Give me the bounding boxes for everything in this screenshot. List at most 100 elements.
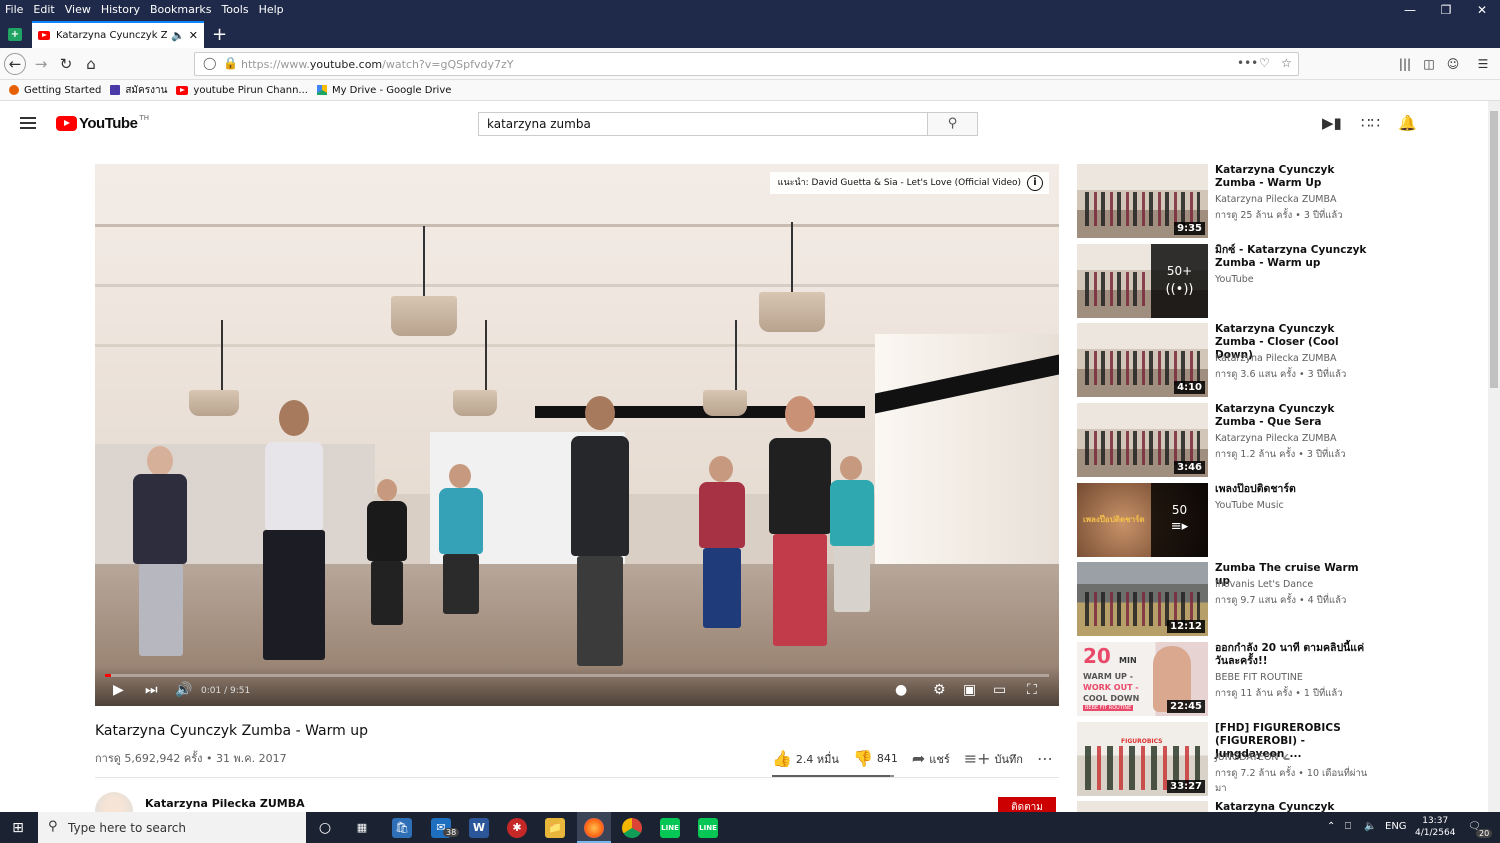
home-button[interactable]: ⌂ bbox=[80, 53, 102, 75]
info-icon[interactable]: i bbox=[1027, 175, 1043, 191]
channel-name[interactable]: Katarzyna Pilecka ZUMBA bbox=[145, 797, 305, 810]
recommendation-item[interactable]: 12:12 Zumba The cruise Warm up Ihovanis … bbox=[1077, 562, 1377, 636]
taskbar-search-input[interactable]: ⚲ Type here to search bbox=[38, 812, 306, 843]
video-thumbnail[interactable] bbox=[1077, 801, 1208, 812]
play-icon[interactable]: ▶ bbox=[113, 682, 124, 698]
like-button[interactable]: 👍 2.4 หมื่น bbox=[772, 749, 839, 768]
chrome-icon[interactable] bbox=[622, 818, 642, 838]
windows-start-icon[interactable]: ⊞ bbox=[8, 818, 28, 838]
bookmark-star-icon[interactable]: ☆ bbox=[1281, 56, 1292, 70]
recommendation-item[interactable]: 4:10 Katarzyna Cyunczyk Zumba - Closer (… bbox=[1077, 323, 1377, 397]
more-actions-button[interactable]: ⋯ bbox=[1037, 749, 1057, 768]
video-thumbnail[interactable]: 9:35 bbox=[1077, 164, 1208, 238]
tray-chevron-icon[interactable]: ⌃ bbox=[1327, 821, 1335, 832]
menu-tools[interactable]: Tools bbox=[216, 3, 253, 16]
lock-icon[interactable]: 🔒 bbox=[223, 56, 238, 70]
search-input[interactable]: katarzyna zumba bbox=[478, 112, 928, 136]
cortana-icon[interactable]: ○ bbox=[315, 818, 335, 838]
tab-youtube[interactable]: Katarzyna Cyunczyk Zumba - Warm up - You… bbox=[32, 21, 204, 48]
line-icon[interactable]: LINE bbox=[660, 818, 680, 838]
close-tab-icon[interactable]: ✕ bbox=[189, 29, 198, 42]
network-icon[interactable]: ⎕ bbox=[1345, 821, 1351, 832]
volume-tray-icon[interactable]: 🔈 bbox=[1364, 821, 1376, 832]
video-thumbnail[interactable]: 3:46 bbox=[1077, 403, 1208, 477]
theater-mode-icon[interactable]: ▭ bbox=[993, 682, 1006, 698]
url-bar[interactable]: ◯ 🔒 https://www.youtube.com/watch?v=gQSp… bbox=[194, 52, 1299, 76]
firefox-icon[interactable] bbox=[584, 818, 604, 838]
dislike-button[interactable]: 👎 841 bbox=[853, 749, 898, 768]
maximize-button[interactable]: ❐ bbox=[1428, 0, 1464, 18]
bookmark-getting-started[interactable]: Getting Started bbox=[9, 85, 101, 96]
line-icon[interactable]: LINE bbox=[698, 818, 718, 838]
fullscreen-icon[interactable]: ⛶ bbox=[1027, 682, 1037, 698]
minimize-button[interactable]: — bbox=[1392, 0, 1428, 18]
video-thumbnail[interactable]: 20 MIN WARM UP - WORK OUT - COOL DOWN BE… bbox=[1077, 642, 1208, 716]
scrollbar-thumb[interactable] bbox=[1490, 111, 1498, 388]
recommendation-item[interactable]: 50+ ((•)) มิกซ์ - Katarzyna Cyunczyk Zum… bbox=[1077, 244, 1377, 318]
menu-help[interactable]: Help bbox=[254, 3, 289, 16]
recommendation-item[interactable]: FIGUROBICS 33:27 [FHD] FIGUREROBICS (FIG… bbox=[1077, 722, 1377, 796]
autoplay-toggle-icon[interactable]: ● bbox=[895, 682, 907, 698]
bookmark-google-drive[interactable]: My Drive - Google Drive bbox=[316, 85, 451, 96]
back-button[interactable]: ← bbox=[4, 53, 26, 75]
next-icon[interactable]: ⏭ bbox=[145, 682, 158, 698]
menu-bookmarks[interactable]: Bookmarks bbox=[145, 3, 216, 16]
sidebar-icon[interactable]: ◫ bbox=[1418, 53, 1440, 75]
recommendation-item[interactable]: เพลงป๊อปติดชาร์ต 50 ≡▸ เพลงป๊อปติดชาร์ต … bbox=[1077, 483, 1377, 557]
page-actions-icon[interactable]: ••• bbox=[1237, 56, 1258, 70]
miniplayer-icon[interactable]: ▣ bbox=[963, 682, 976, 698]
save-button[interactable]: ≡+ บันทึก bbox=[964, 749, 1023, 768]
account-icon[interactable]: ☺ bbox=[1442, 53, 1464, 75]
menu-edit[interactable]: Edit bbox=[28, 3, 59, 16]
video-thumbnail[interactable]: เพลงป๊อปติดชาร์ต 50 ≡▸ bbox=[1077, 483, 1208, 557]
recommendation-item[interactable]: Katarzyna Cyunczyk Zumba - bbox=[1077, 801, 1377, 812]
settings-gear-icon[interactable]: ⚙ bbox=[933, 682, 946, 698]
url-text[interactable]: https://www.youtube.com/watch?v=gQSpfvdy… bbox=[241, 58, 513, 71]
page-scrollbar[interactable] bbox=[1488, 101, 1500, 812]
create-video-icon[interactable]: ▶▮ bbox=[1322, 114, 1342, 132]
app-icon[interactable]: ✱ bbox=[507, 818, 527, 838]
video-thumbnail[interactable]: 50+ ((•)) bbox=[1077, 244, 1208, 318]
progress-bar[interactable] bbox=[105, 674, 1049, 677]
youtube-logo[interactable]: YouTube TH bbox=[56, 114, 149, 132]
video-thumbnail[interactable]: 4:10 bbox=[1077, 323, 1208, 397]
language-indicator[interactable]: ENG bbox=[1385, 821, 1407, 832]
search-button[interactable]: ⚲ bbox=[927, 112, 978, 136]
pinned-tab-sheets[interactable]: + bbox=[4, 23, 26, 45]
recommendation-title[interactable]: ออกกำลัง 20 นาที ตามคลิปนี้แค่วันละครั้ง… bbox=[1215, 642, 1377, 668]
menu-history[interactable]: History bbox=[96, 3, 145, 16]
notifications-bell-icon[interactable]: 🔔 bbox=[1398, 114, 1417, 132]
word-icon[interactable]: W bbox=[469, 818, 489, 838]
suggested-video-card[interactable]: แนะนำ: David Guetta & Sia - Let's Love (… bbox=[769, 172, 1049, 194]
guide-menu-icon[interactable] bbox=[20, 117, 36, 129]
new-tab-button[interactable]: + bbox=[212, 24, 227, 45]
recommendation-item[interactable]: 20 MIN WARM UP - WORK OUT - COOL DOWN BE… bbox=[1077, 642, 1377, 716]
recommendation-title[interactable]: มิกซ์ - Katarzyna Cyunczyk Zumba - Warm … bbox=[1215, 244, 1377, 270]
recommendation-item[interactable]: 3:46 Katarzyna Cyunczyk Zumba - Que Sera… bbox=[1077, 403, 1377, 477]
bookmark-jobs[interactable]: สมัครงาน bbox=[110, 83, 167, 98]
recommendation-title[interactable]: Katarzyna Cyunczyk Zumba - Warm Up bbox=[1215, 164, 1377, 190]
video-thumbnail[interactable]: 12:12 bbox=[1077, 562, 1208, 636]
volume-icon[interactable]: 🔊 bbox=[175, 682, 192, 698]
recommendation-title[interactable]: Katarzyna Cyunczyk Zumba - bbox=[1215, 801, 1377, 812]
pocket-icon[interactable]: ♡ bbox=[1259, 56, 1270, 70]
subscribe-button[interactable]: ติดตาม bbox=[998, 797, 1056, 813]
store-icon[interactable]: 🛍 bbox=[392, 818, 412, 838]
video-thumbnail[interactable]: FIGUROBICS 33:27 bbox=[1077, 722, 1208, 796]
video-player[interactable]: แนะนำ: David Guetta & Sia - Let's Love (… bbox=[95, 164, 1059, 706]
apps-icon[interactable]: ∷∷ bbox=[1361, 114, 1380, 132]
task-view-icon[interactable]: ▦ bbox=[352, 818, 372, 838]
speaker-icon[interactable]: 🔈 bbox=[171, 29, 185, 42]
forward-button[interactable]: → bbox=[30, 53, 52, 75]
menu-file[interactable]: File bbox=[0, 3, 28, 16]
library-icon[interactable]: ||| bbox=[1394, 53, 1416, 75]
menu-icon[interactable]: ☰ bbox=[1472, 53, 1494, 75]
share-button[interactable]: ➦ แชร์ bbox=[912, 749, 950, 768]
system-clock[interactable]: 13:37 4/1/2564 bbox=[1415, 815, 1455, 839]
recommendation-title[interactable]: เพลงป๊อปติดชาร์ต bbox=[1215, 483, 1377, 496]
shield-icon[interactable]: ◯ bbox=[203, 56, 216, 70]
recommendation-item[interactable]: 9:35 Katarzyna Cyunczyk Zumba - Warm Up … bbox=[1077, 164, 1377, 238]
reload-button[interactable]: ↻ bbox=[55, 53, 77, 75]
recommendation-title[interactable]: Katarzyna Cyunczyk Zumba - Que Sera bbox=[1215, 403, 1377, 429]
menu-view[interactable]: View bbox=[60, 3, 96, 16]
